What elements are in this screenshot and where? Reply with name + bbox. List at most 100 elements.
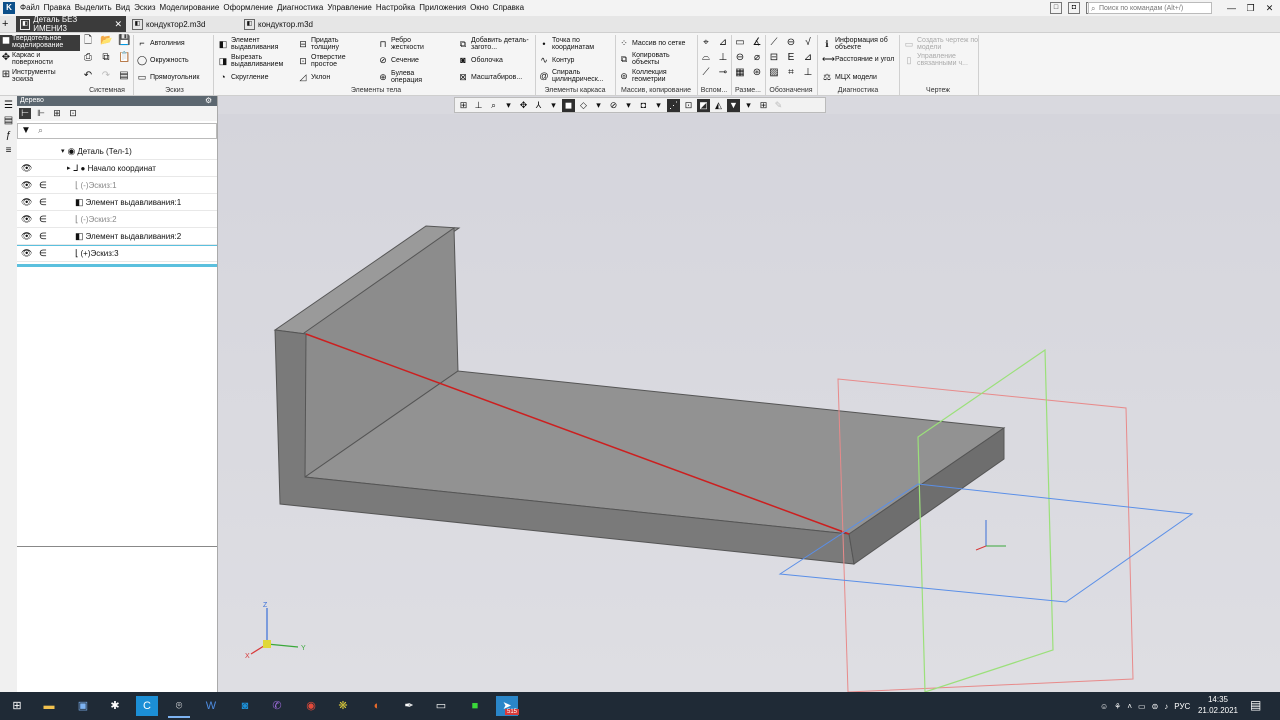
create-drawing-button[interactable]: ▭ Создать чертеж по модели	[904, 37, 979, 51]
tab-konduktor[interactable]: ◧ кондуктор.m3d	[240, 16, 350, 32]
angular-dim-icon[interactable]: ∡	[751, 37, 763, 49]
linear-dim-icon[interactable]: ▭	[734, 37, 746, 49]
manage-linked-button[interactable]: ▯ Управление связанными ч...	[904, 53, 979, 67]
zoom-icon[interactable]: ⌕	[487, 99, 500, 112]
tree-search-field[interactable]: ▼ ⌕	[17, 123, 217, 139]
menu-apps[interactable]: Приложения	[419, 0, 470, 16]
autoline-button[interactable]: ⌐ Автолиния	[137, 38, 184, 48]
volume-icon[interactable]: ♪	[1164, 702, 1168, 711]
tree-structure-icon[interactable]: ⊢	[19, 108, 31, 119]
chrome-icon[interactable]: ◉	[300, 696, 322, 716]
text-icon[interactable]: E	[785, 52, 797, 64]
tree-row[interactable]: ▾ ◉ Деталь (Тел-1)	[17, 143, 217, 160]
tab-close-icon[interactable]: ✕	[114, 19, 122, 30]
redo-icon[interactable]: ↷	[100, 70, 112, 82]
tolerance-icon[interactable]: ⊟	[768, 52, 780, 64]
dropdown-arrow-icon[interactable]: ▾	[652, 99, 665, 112]
add-blank-button[interactable]: ⧉ Добавить деталь-загото...	[458, 37, 537, 51]
section-view-icon[interactable]: ◘	[637, 99, 650, 112]
collapse-arrow-icon[interactable]: ▾	[61, 147, 65, 155]
render-icon[interactable]: ◭	[712, 99, 725, 112]
menu-diagnostics[interactable]: Диагностика	[277, 0, 327, 16]
copy-objects-button[interactable]: ⧉ Копировать объекты	[619, 52, 692, 66]
network-icon[interactable]: ⊜	[1152, 702, 1159, 711]
file-explorer-icon[interactable]: ▬	[38, 696, 60, 716]
viber-icon[interactable]: ✆	[266, 696, 288, 716]
leader-icon[interactable]: ⟋	[768, 37, 780, 49]
orient-icon[interactable]: ⊥	[472, 99, 485, 112]
tab-konduktor2[interactable]: ◧ кондуктор2.m3d	[128, 16, 238, 32]
menu-sketch[interactable]: Эскиз	[134, 0, 159, 16]
word-icon[interactable]: W	[200, 696, 222, 716]
menu-file[interactable]: Файл	[20, 0, 44, 16]
position-icon[interactable]: ⌗	[785, 67, 797, 79]
person-icon[interactable]: ☺	[1100, 702, 1108, 711]
clock[interactable]: 14:35 21.02.2021	[1196, 694, 1240, 716]
menu-edit[interactable]: Правка	[44, 0, 75, 16]
menu-window[interactable]: Окно	[470, 0, 493, 16]
mode-sketch-tools[interactable]: ⊞ Инструменты эскиза	[0, 69, 80, 85]
menu-modeling[interactable]: Моделирование	[159, 0, 223, 16]
filter-icon[interactable]: ▼	[727, 98, 740, 112]
menu-settings[interactable]: Настройка	[376, 0, 419, 16]
eye-icon[interactable]: 👁	[21, 163, 32, 174]
new-tab-plus-icon[interactable]: +	[2, 17, 8, 31]
select-all-icon[interactable]: ⊞	[757, 99, 770, 112]
terminal-icon[interactable]: ▭	[430, 696, 452, 716]
mode-wireframe[interactable]: ✥ Каркас и поверхности	[0, 52, 80, 68]
distance-angle-button[interactable]: ⟷ Расстояние и угол	[822, 54, 899, 64]
grid-icon[interactable]: ⊡	[682, 99, 695, 112]
cut-extrude-button[interactable]: ◨ Вырезать выдавливанием	[218, 54, 293, 68]
snap-icon[interactable]: ⋰	[667, 98, 680, 112]
app-green-icon[interactable]: ■	[464, 696, 486, 716]
kompas-3d-icon[interactable]: ⌾	[168, 696, 190, 718]
app-c-icon[interactable]: C	[136, 696, 158, 716]
paste-icon[interactable]: 📋	[118, 52, 130, 64]
3d-viewport[interactable]: Z Y X	[218, 114, 1280, 693]
thread-icon[interactable]: ⊥	[802, 67, 814, 79]
open-file-icon[interactable]: 📂	[100, 35, 112, 47]
mode-solid[interactable]: ◼ Твердотельное моделирование	[0, 35, 80, 51]
menu-drawing[interactable]: Оформление	[223, 0, 277, 16]
boolean-button[interactable]: ⊕ Булева операция	[378, 70, 441, 84]
contour-button[interactable]: ∿ Контур	[539, 55, 574, 65]
draft-button[interactable]: ◿ Уклон	[298, 72, 331, 82]
dim-more-icon[interactable]: ⊛	[751, 67, 763, 79]
camera-icon[interactable]: ◘	[1068, 2, 1080, 14]
menu-view[interactable]: Вид	[116, 0, 134, 16]
fillet-button[interactable]: ◔ Скругление	[218, 72, 268, 82]
circle-button[interactable]: ◯ Окружность	[137, 55, 189, 65]
undo-icon[interactable]: ↶	[82, 70, 94, 82]
command-search-input[interactable]: ⌕ Поиск по командам (Alt+/)	[1088, 2, 1212, 14]
eye-hidden-icon[interactable]: 👁	[21, 180, 32, 191]
menu-select[interactable]: Выделить	[75, 0, 116, 16]
tray-window-icon[interactable]: ▭	[1138, 702, 1146, 711]
wireframe-display-icon[interactable]: ◇	[577, 99, 590, 112]
shaded-display-icon[interactable]: ◼	[562, 98, 575, 112]
app-dark-icon[interactable]: ✱	[104, 696, 126, 716]
mark-icon[interactable]: ⊿	[802, 52, 814, 64]
radial-dim-icon[interactable]: ⊖	[734, 52, 746, 64]
dropdown-arrow-icon[interactable]: ▾	[622, 99, 635, 112]
tray-apps-icon[interactable]: ⚘	[1114, 702, 1121, 711]
scale-button[interactable]: ⊠ Масштабиров...	[458, 72, 522, 82]
pencil-icon[interactable]: ✎	[772, 99, 785, 112]
show-hidden-icon[interactable]: ˄	[1127, 702, 1132, 711]
shell-button[interactable]: ◙ Оболочка	[458, 55, 503, 65]
screen-icon[interactable]: □	[1050, 2, 1062, 14]
extrude-button[interactable]: ◧ Элемент выдавливания	[218, 37, 293, 51]
rib-button[interactable]: ⊓ Ребро жесткости	[378, 37, 441, 51]
minimize-button[interactable]: —	[1222, 0, 1241, 16]
dropdown-arrow-icon[interactable]: ▾	[742, 99, 755, 112]
geometry-collection-button[interactable]: ⊚ Коллекция геометрии	[619, 69, 692, 83]
dim-table-icon[interactable]: ▦	[734, 67, 746, 79]
save-icon[interactable]: 💾	[118, 35, 130, 47]
app-orange-icon[interactable]: ◐	[366, 696, 388, 716]
view-tree-icon[interactable]: ⊞	[457, 99, 470, 112]
variables-fx-icon[interactable]: ƒ	[0, 130, 17, 141]
expand-arrow-icon[interactable]: ▸	[67, 164, 71, 172]
aux-cs-icon[interactable]: ⟋	[700, 67, 712, 79]
part-model[interactable]	[273, 225, 1006, 565]
properties-panel-icon[interactable]: ▤	[0, 115, 17, 126]
tree-row[interactable]: 👁 ∈ ⌊ (-)Эскиз:1	[17, 177, 217, 194]
